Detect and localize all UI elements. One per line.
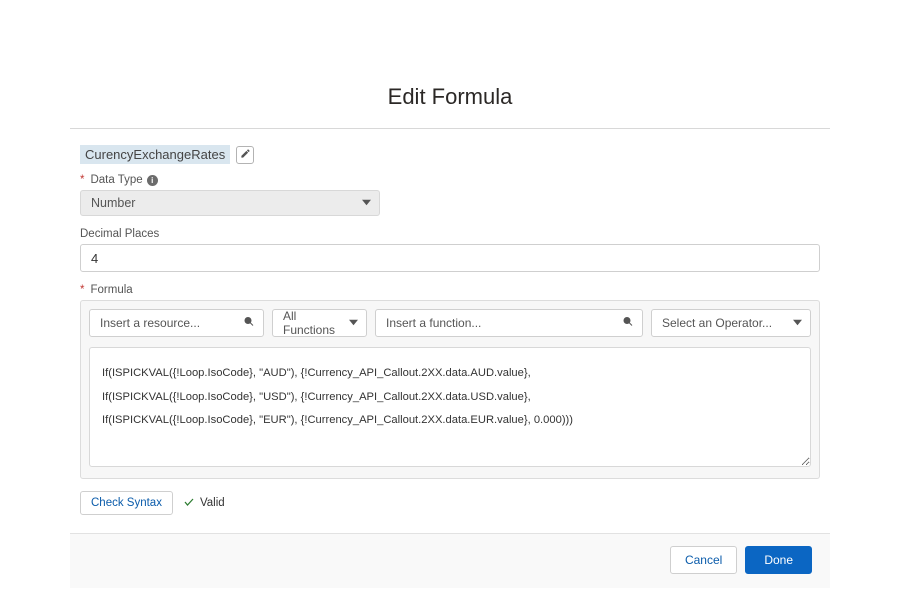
operator-placeholder: Select an Operator... bbox=[662, 316, 772, 330]
functions-select[interactable]: All Functions bbox=[272, 309, 367, 337]
formula-textarea[interactable] bbox=[89, 347, 811, 467]
formula-toolbar: Insert a resource... All Functions Inser… bbox=[89, 309, 811, 337]
formula-field: * Formula Insert a resource... All Funct… bbox=[80, 284, 820, 479]
syntax-status: Valid bbox=[183, 496, 225, 511]
resource-picker[interactable]: Insert a resource... bbox=[89, 309, 264, 337]
data-type-label: * Data Type i bbox=[80, 174, 820, 186]
chevron-down-icon bbox=[362, 196, 371, 210]
formula-builder: Insert a resource... All Functions Inser… bbox=[80, 300, 820, 479]
dialog-title: Edit Formula bbox=[70, 70, 830, 129]
function-picker[interactable]: Insert a function... bbox=[375, 309, 643, 337]
done-button[interactable]: Done bbox=[745, 546, 812, 574]
operator-select[interactable]: Select an Operator... bbox=[651, 309, 811, 337]
check-icon bbox=[183, 496, 195, 511]
decimal-places-field: Decimal Places bbox=[80, 228, 820, 272]
syntax-row: Check Syntax Valid bbox=[80, 491, 820, 515]
decimal-places-label: Decimal Places bbox=[80, 228, 820, 240]
info-icon[interactable]: i bbox=[147, 175, 158, 186]
dialog-body: CurencyExchangeRates * Data Type i Numbe… bbox=[70, 129, 830, 515]
valid-label: Valid bbox=[200, 497, 225, 509]
pencil-icon bbox=[240, 147, 251, 162]
edit-name-button[interactable] bbox=[236, 146, 254, 164]
resource-placeholder: Insert a resource... bbox=[100, 316, 200, 330]
formula-label: * Formula bbox=[80, 284, 820, 296]
chevron-down-icon bbox=[349, 316, 358, 330]
search-icon bbox=[243, 316, 255, 331]
decimal-places-input[interactable] bbox=[80, 244, 820, 272]
cancel-button[interactable]: Cancel bbox=[670, 546, 737, 574]
required-marker: * bbox=[80, 284, 84, 296]
api-name-row: CurencyExchangeRates bbox=[80, 145, 830, 164]
data-type-select[interactable]: Number bbox=[80, 190, 380, 216]
functions-label: All Functions bbox=[283, 309, 340, 337]
edit-formula-dialog: Edit Formula CurencyExchangeRates * Data… bbox=[70, 70, 830, 588]
formula-label-text: Formula bbox=[90, 284, 132, 296]
required-marker: * bbox=[80, 174, 84, 186]
api-name-value: CurencyExchangeRates bbox=[80, 145, 230, 164]
check-syntax-button[interactable]: Check Syntax bbox=[80, 491, 173, 515]
chevron-down-icon bbox=[793, 316, 802, 330]
data-type-value: Number bbox=[91, 196, 135, 210]
data-type-label-text: Data Type bbox=[90, 174, 142, 186]
function-placeholder: Insert a function... bbox=[386, 316, 481, 330]
dialog-footer: Cancel Done bbox=[70, 533, 830, 588]
data-type-field: * Data Type i Number bbox=[80, 174, 820, 216]
search-icon bbox=[622, 316, 634, 331]
